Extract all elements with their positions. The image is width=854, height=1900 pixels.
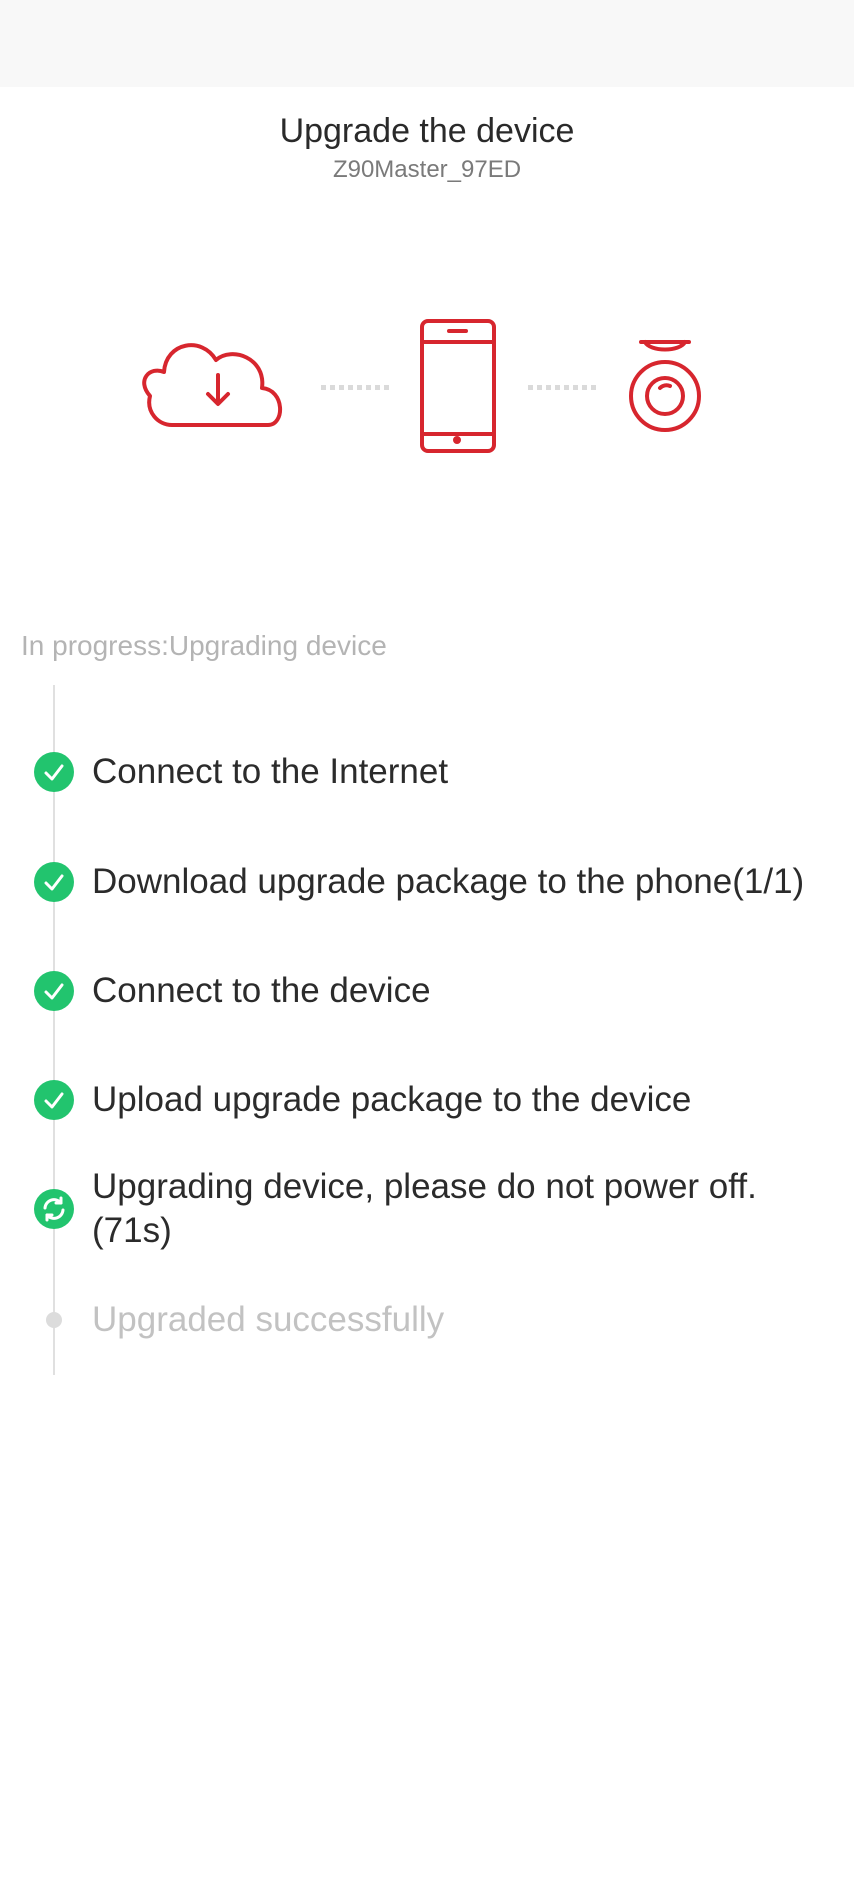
connector-dots-right <box>528 385 596 390</box>
check-circle-icon <box>34 1080 74 1120</box>
step-label: Connect to the Internet <box>92 752 449 791</box>
device-name: Z90Master_97ED <box>332 156 522 183</box>
cloud-download-icon <box>142 343 283 427</box>
step-label: Connect to the device <box>92 971 431 1010</box>
step-label: Download upgrade package to the phone(1/… <box>92 862 805 901</box>
refresh-circle-icon <box>34 1189 74 1229</box>
step-label: Upgraded successfully <box>92 1300 445 1339</box>
dashcam-icon <box>629 340 701 432</box>
pending-dot-icon <box>46 1312 62 1328</box>
smartphone-icon <box>420 319 496 453</box>
step-label: Upgrading device, please do not power of… <box>92 1167 757 1250</box>
page-title: Upgrade the device <box>279 112 575 150</box>
check-circle-icon <box>34 862 74 902</box>
upgrade-illustration <box>0 300 854 480</box>
check-circle-icon <box>34 971 74 1011</box>
connector-dots-left <box>321 385 389 390</box>
progress-status-label: In progress:Upgrading device <box>21 630 387 661</box>
check-circle-icon <box>34 752 74 792</box>
status-bar <box>0 0 854 87</box>
header: Upgrade the device Z90Master_97ED <box>0 108 854 186</box>
step-label: Upload upgrade package to the device <box>92 1080 692 1119</box>
